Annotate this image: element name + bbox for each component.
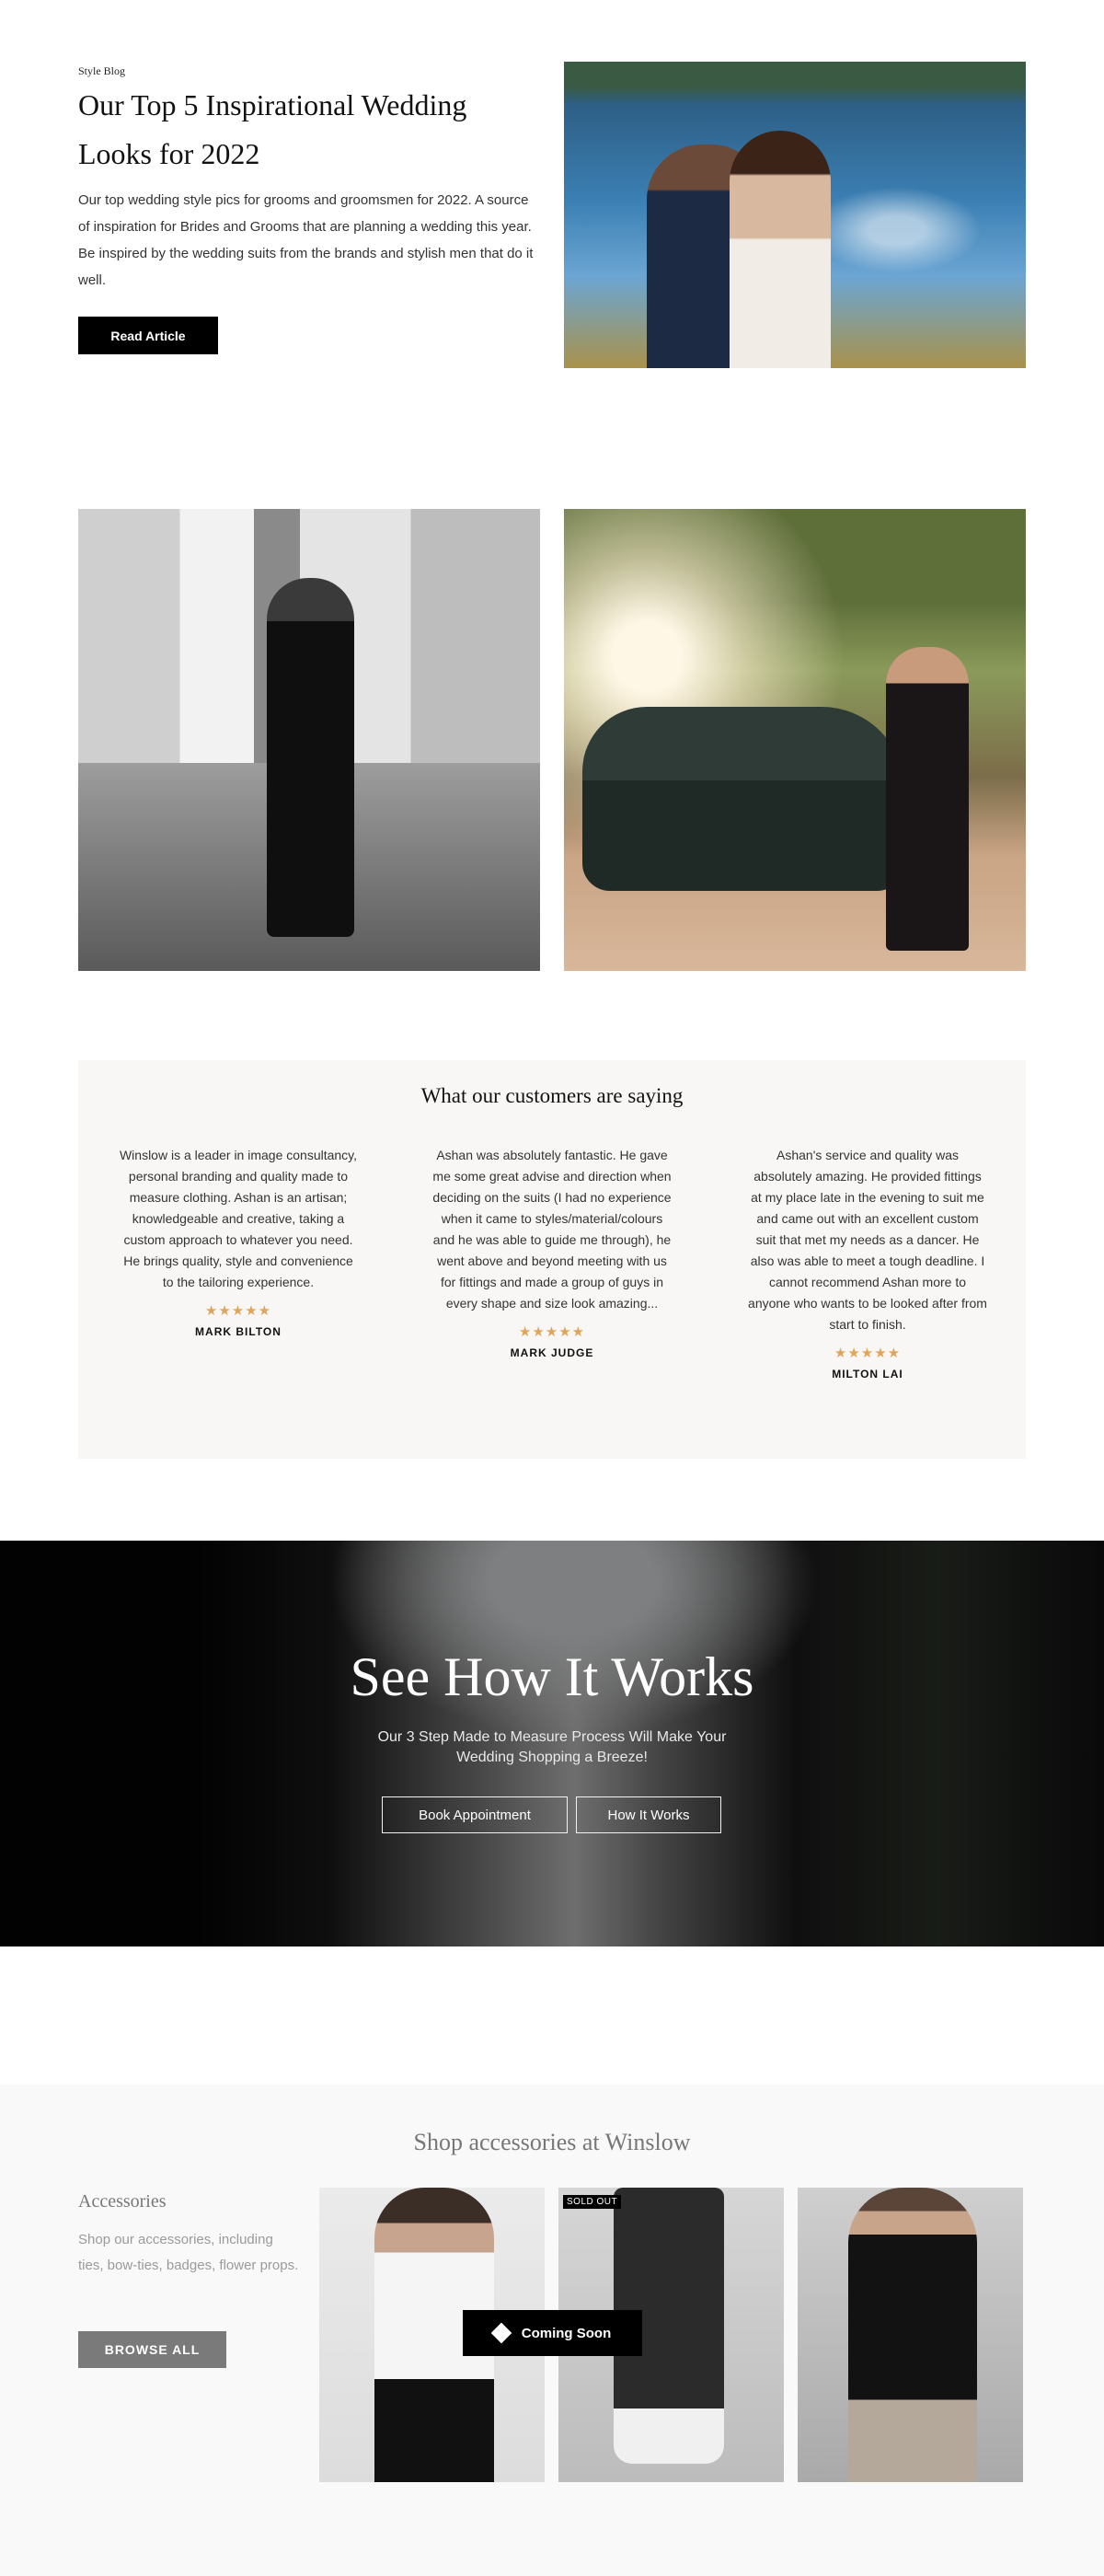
diamond-icon bbox=[490, 2322, 512, 2344]
wedding-couple-image bbox=[564, 62, 1026, 368]
testimonials-title: What our customers are saying bbox=[420, 1084, 684, 1107]
testimonial-card: Ashan was absolutely fantastic. He gave … bbox=[431, 1145, 673, 1359]
groom-walking-figure bbox=[267, 578, 354, 937]
model-figure bbox=[848, 2188, 977, 2482]
testimonial-text: Ashan was absolutely fantastic. He gave … bbox=[432, 1148, 672, 1311]
how-it-works-button[interactable]: How It Works bbox=[576, 1796, 721, 1833]
rating-stars: ★★★★★ bbox=[204, 1303, 272, 1319]
rating-stars: ★★★★★ bbox=[834, 1346, 902, 1361]
article-kicker: Style Blog bbox=[78, 64, 126, 77]
groom-vintage-car-image bbox=[564, 509, 1026, 971]
vintage-car bbox=[582, 707, 904, 891]
accessories-description: Shop our accessories, including ties, bo… bbox=[78, 2232, 299, 2273]
coming-soon-label: Coming Soon bbox=[521, 2325, 612, 2341]
how-it-works-hero: See How It Works Our 3 Step Made to Meas… bbox=[0, 1541, 1104, 1946]
coming-soon-badge: Coming Soon bbox=[463, 2310, 642, 2356]
bride-figure bbox=[730, 131, 831, 368]
testimonials-section: What our customers are saying Winslow is… bbox=[78, 1060, 1026, 1459]
testimonial-card: Ashan's service and quality was absolute… bbox=[747, 1145, 988, 1380]
testimonial-author: MARK BILTON bbox=[195, 1325, 282, 1338]
book-appointment-button[interactable]: Book Appointment bbox=[382, 1796, 568, 1833]
testimonial-author: MILTON LAI bbox=[832, 1368, 903, 1380]
accessories-title: Shop accessories at Winslow bbox=[413, 2129, 691, 2155]
hero-subtitle: Our 3 Step Made to Measure Process Will … bbox=[377, 1729, 727, 1765]
browse-all-button[interactable]: BROWSE ALL bbox=[78, 2331, 226, 2368]
rating-stars: ★★★★★ bbox=[518, 1324, 586, 1340]
testimonial-card: Winslow is a leader in image consultancy… bbox=[118, 1145, 359, 1338]
hero-title: See How It Works bbox=[350, 1646, 754, 1707]
article-description: Our top wedding style pics for grooms an… bbox=[78, 192, 534, 288]
testimonial-text: Winslow is a leader in image consultancy… bbox=[119, 1148, 358, 1289]
testimonial-author: MARK JUDGE bbox=[510, 1346, 594, 1359]
read-article-button[interactable]: Read Article bbox=[78, 317, 218, 354]
testimonial-text: Ashan's service and quality was absolute… bbox=[748, 1148, 987, 1332]
groom-street-image bbox=[78, 509, 540, 971]
product-card-black-shirt[interactable] bbox=[798, 2188, 1023, 2482]
accessories-subtitle: Accessories bbox=[78, 2191, 167, 2212]
groom-standing-figure bbox=[886, 647, 969, 951]
sold-out-badge: SOLD OUT bbox=[563, 2195, 622, 2209]
article-title: Our Top 5 Inspirational Wedding Looks fo… bbox=[78, 88, 467, 170]
